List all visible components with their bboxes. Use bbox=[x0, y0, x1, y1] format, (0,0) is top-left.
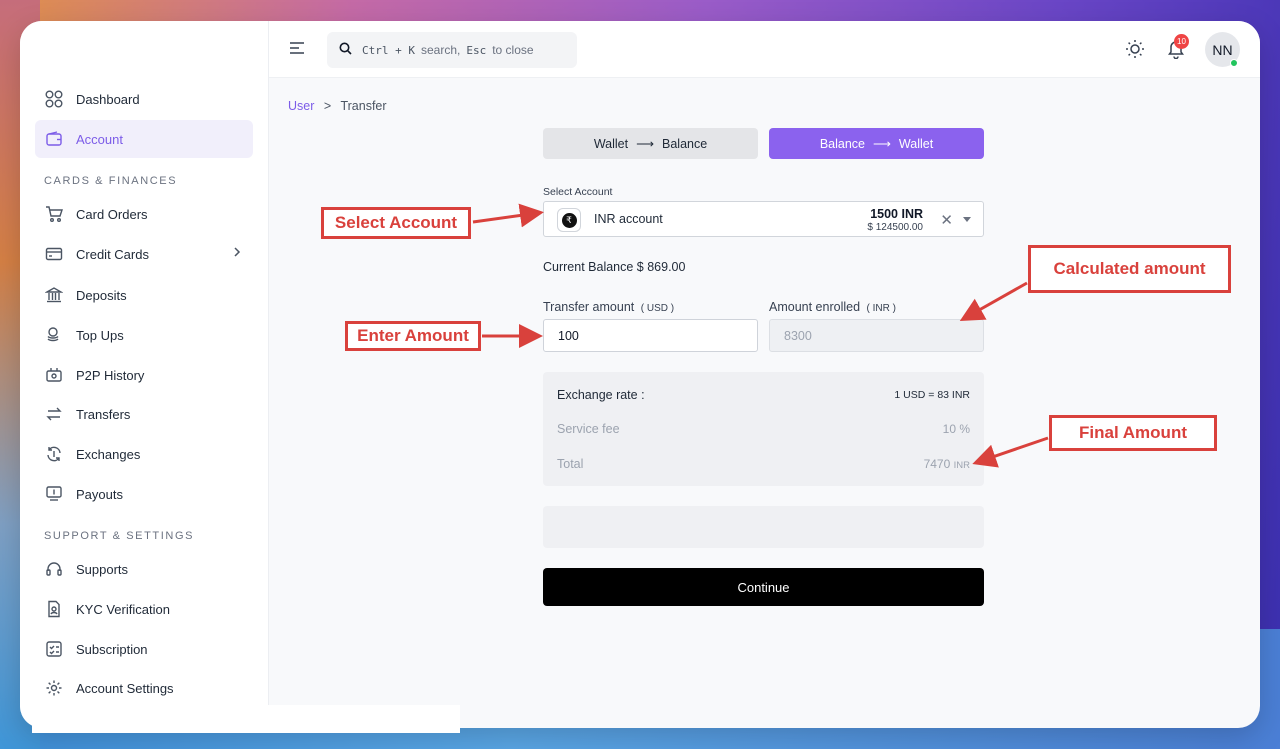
app-window: Dashboard Account CARDS & FINANCES Card … bbox=[20, 21, 1260, 728]
bottom-white-strip bbox=[32, 705, 460, 733]
arrow-to-enrolled-amount bbox=[959, 281, 1028, 321]
annotation-arrows bbox=[472, 203, 1049, 468]
arrow-to-total bbox=[972, 436, 1049, 468]
arrow-to-select-account bbox=[472, 203, 544, 228]
